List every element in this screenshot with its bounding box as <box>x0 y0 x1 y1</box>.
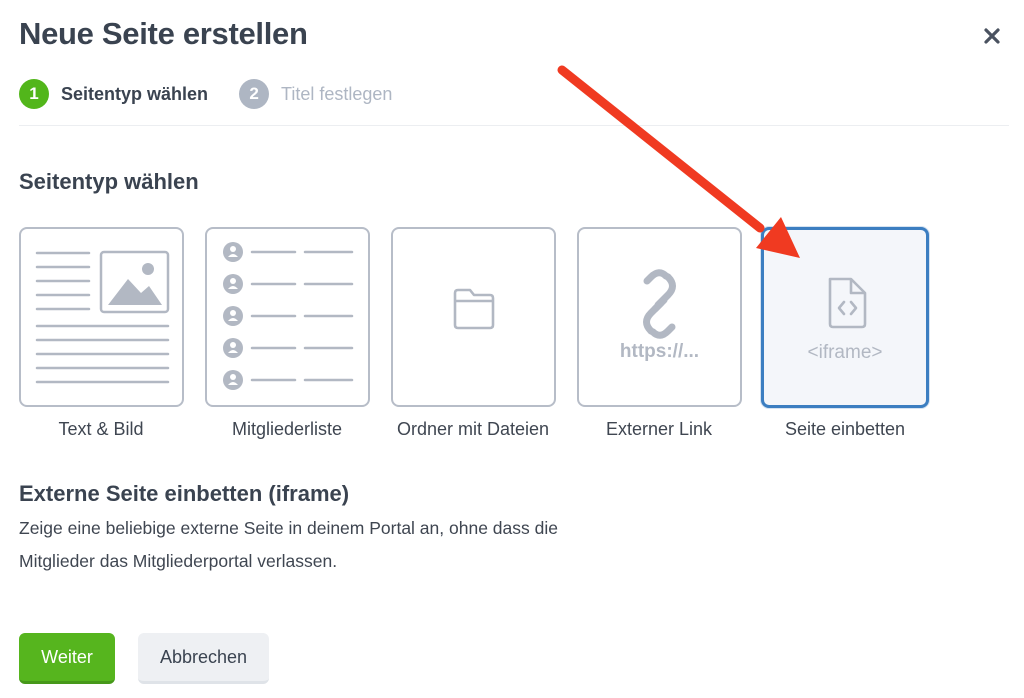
text-image-icon <box>35 250 170 384</box>
step-2-number: 2 <box>239 79 270 109</box>
cancel-button[interactable]: Abbrechen <box>138 633 269 684</box>
page-type-label-embed: Seite einbetten <box>784 419 906 439</box>
stepper: 1 Seitentyp wählen 2 Titel festlegen <box>19 79 423 109</box>
page-type-label-external-link: Externer Link <box>605 419 713 439</box>
section-title: Seitentyp wählen <box>19 169 199 194</box>
page-type-label-member-list: Mitgliederliste <box>231 419 343 439</box>
next-button[interactable]: Weiter <box>19 633 115 684</box>
description-line-1: Zeige eine beliebige externe Seite in de… <box>19 518 558 538</box>
folder-icon <box>453 288 495 330</box>
link-icon <box>643 269 676 339</box>
step-1-number: 1 <box>19 79 49 109</box>
page-type-card-text-image[interactable] <box>19 227 184 407</box>
step-1: 1 Seitentyp wählen <box>19 79 208 109</box>
member-list-icon <box>223 242 354 390</box>
step-1-label: Seitentyp wählen <box>61 83 209 104</box>
page-type-label-folder: Ordner mit Dateien <box>396 419 550 439</box>
header-divider <box>19 125 1009 126</box>
page-type-label-text-image: Text & Bild <box>58 419 144 439</box>
dialog-title: Neue Seite erstellen <box>19 16 308 51</box>
step-2-label: Titel festlegen <box>281 83 393 104</box>
description-line-2: Mitglieder das Mitgliederportal verlasse… <box>19 551 338 571</box>
close-button[interactable] <box>978 22 1006 50</box>
step-2: 2 Titel festlegen <box>239 79 392 109</box>
close-icon <box>984 28 1000 44</box>
code-file-icon <box>828 277 867 329</box>
iframe-preview-text: <iframe> <box>807 342 883 363</box>
link-preview-text: https://... <box>619 341 700 362</box>
page-type-card-member-list[interactable] <box>205 227 370 407</box>
page-type-card-external-link[interactable]: https://... <box>577 227 742 407</box>
page-type-card-folder[interactable] <box>391 227 556 407</box>
description-title: Externe Seite einbetten (iframe) <box>19 481 350 506</box>
page-type-card-embed[interactable]: <iframe> <box>761 227 929 408</box>
